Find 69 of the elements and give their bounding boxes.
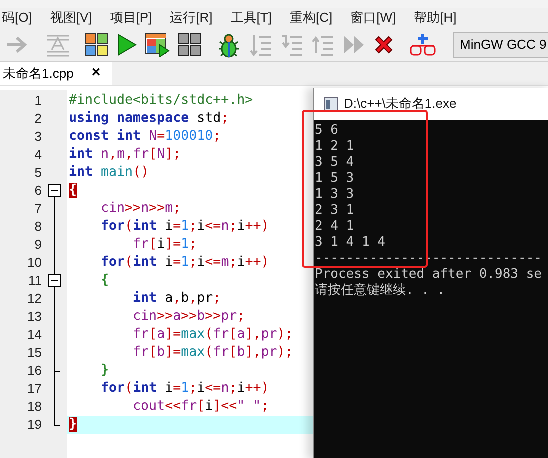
line-number: 2 xyxy=(34,110,42,128)
console-title: D:\c++\未命名1.exe xyxy=(344,95,457,114)
console-line: 5 6 xyxy=(315,123,340,139)
window-play-icon[interactable] xyxy=(145,32,171,56)
line-number: 15 xyxy=(26,344,42,362)
line-number: 8 xyxy=(34,218,42,236)
menu-item[interactable]: 视图[V] xyxy=(50,8,92,28)
line-number: 9 xyxy=(34,236,42,254)
console-line: ----------------------------- xyxy=(315,251,543,267)
console-line: 1 3 3 xyxy=(315,187,356,203)
code-line: } xyxy=(100,362,110,380)
code-line: fr[b]=max(fr[b],pr); xyxy=(132,344,294,362)
console-line: 1 2 1 xyxy=(315,139,356,155)
console-line: 1 5 3 xyxy=(315,171,356,187)
fold-toggle[interactable] xyxy=(48,274,61,287)
squares-grid-icon[interactable] xyxy=(178,32,202,56)
menu-item[interactable]: 码[O] xyxy=(2,8,32,28)
menu-item[interactable]: 工具[T] xyxy=(230,8,272,28)
console-line: 2 4 1 xyxy=(315,219,356,235)
close-tab-button[interactable]: × xyxy=(92,62,109,85)
line-number: 13 xyxy=(26,308,42,326)
console-line: 3 5 4 xyxy=(315,155,356,171)
code-line: fr[i]=1; xyxy=(132,236,198,254)
menu-item[interactable]: 帮助[H] xyxy=(414,8,457,28)
code-line: using namespace std; xyxy=(68,110,230,128)
play-icon[interactable] xyxy=(116,32,138,56)
line-number: 14 xyxy=(26,326,42,344)
code-line: cout<<fr[i]<<" "; xyxy=(132,398,270,416)
line-number: 12 xyxy=(26,290,42,308)
code-line: #include<bits/stdc++.h> xyxy=(68,92,254,110)
code-line: fr[a]=max(fr[a],pr); xyxy=(132,326,294,344)
close-icon[interactable] xyxy=(373,34,395,56)
code-line: for(int i=1;i<=n;i++) xyxy=(100,380,270,398)
menu-item[interactable]: 窗口[W] xyxy=(350,8,396,28)
bug-icon[interactable] xyxy=(216,32,242,58)
file-tab[interactable]: 未命名1.cpp × xyxy=(0,62,112,85)
code-line: cin>>a>>b>>pr; xyxy=(132,308,246,326)
code-line: for(int i=1;i<=m;i++) xyxy=(100,254,270,272)
line-number: 18 xyxy=(26,398,42,416)
code-line: const int N=100010; xyxy=(68,128,222,146)
line-number: 16 xyxy=(26,362,42,380)
line-number: 4 xyxy=(34,146,42,164)
console-app-icon xyxy=(324,97,338,111)
code-line: { xyxy=(100,272,110,290)
menu-item[interactable]: 运行[R] xyxy=(170,8,213,28)
line-number: 17 xyxy=(26,380,42,398)
line-number: 6 xyxy=(34,182,42,200)
four-squares-icon[interactable] xyxy=(85,32,109,56)
line-number: 7 xyxy=(34,200,42,218)
code-line: int n,m,fr[N]; xyxy=(68,146,182,164)
compiler-select[interactable]: MinGW GCC 9 xyxy=(453,32,548,58)
code-line: cin>>n>>m; xyxy=(100,200,182,218)
line-number: 11 xyxy=(28,272,42,290)
line-number: 10 xyxy=(26,254,42,272)
line-number: 1 xyxy=(34,92,42,110)
glasses-plus-icon[interactable] xyxy=(409,32,437,58)
line-number: 3 xyxy=(34,128,42,146)
code-line: for(int i=1;i<=n;i++) xyxy=(100,218,270,236)
code-line: int main() xyxy=(68,164,150,182)
console-line: Process exited after 0.983 se xyxy=(315,267,543,283)
line-number: 5 xyxy=(34,164,42,182)
console-line: 3 1 4 1 4 xyxy=(315,235,386,251)
console-line: 2 3 1 xyxy=(315,203,356,219)
menu-item[interactable]: 项目[P] xyxy=(110,8,152,28)
console-line: 请按任意键继续. . . xyxy=(315,283,446,299)
line-number: 19 xyxy=(26,416,42,434)
menu-item[interactable]: 重构[C] xyxy=(290,8,333,28)
code-line: int a,b,pr; xyxy=(132,290,222,308)
fold-toggle[interactable] xyxy=(48,184,61,197)
